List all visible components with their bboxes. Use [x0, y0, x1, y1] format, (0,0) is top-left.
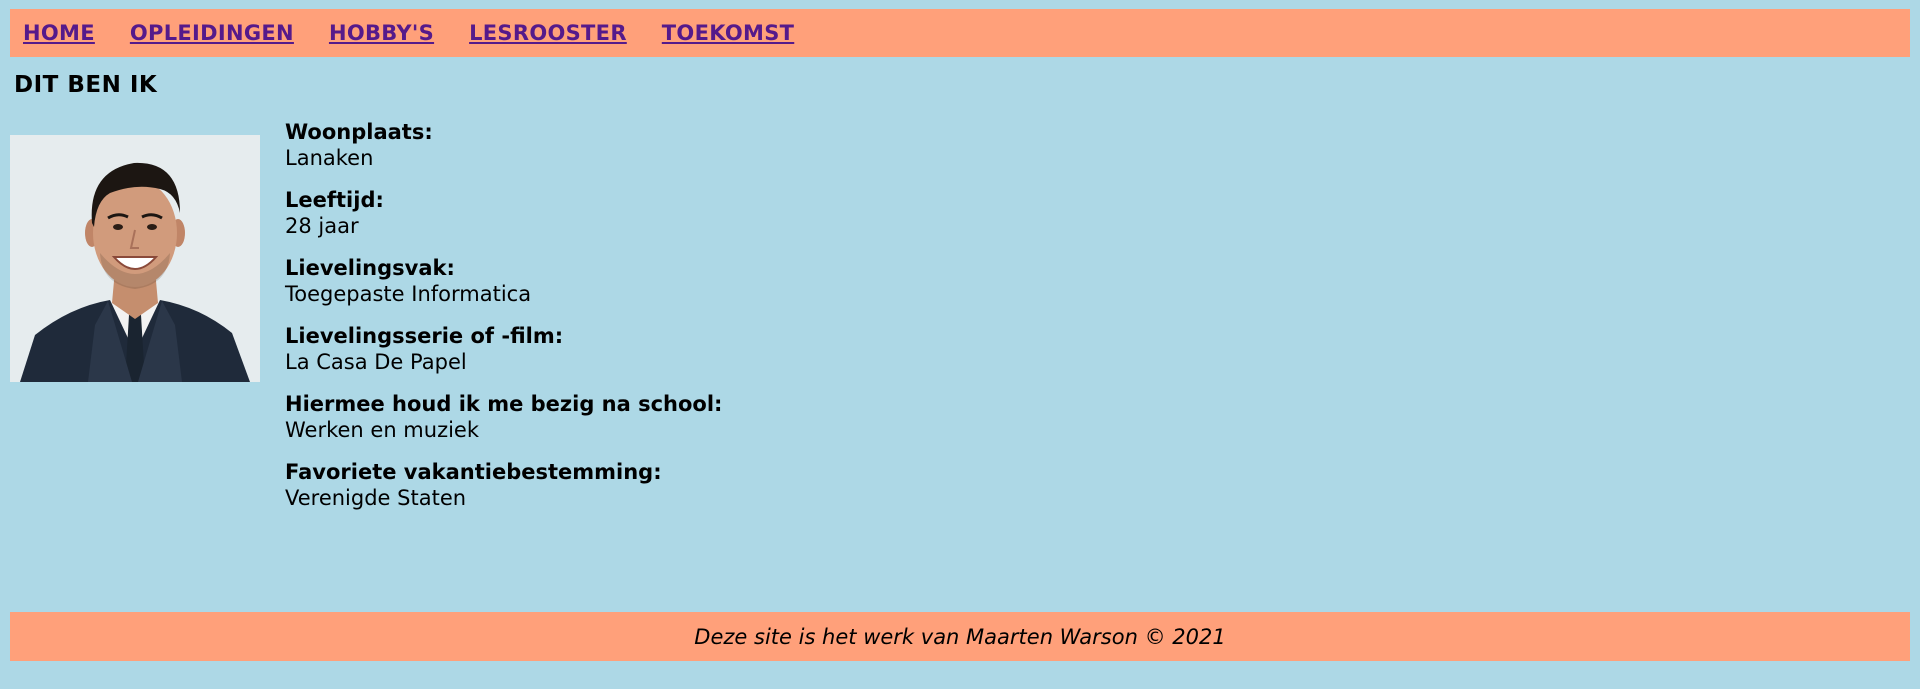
info-item-na-school: Hiermee houd ik me bezig na school: Werk… [285, 391, 722, 443]
nav-link-home[interactable]: HOME [23, 21, 95, 45]
info-value: 28 jaar [285, 214, 359, 238]
info-item-woonplaats: Woonplaats: Lanaken [285, 119, 722, 171]
page-title: DIT BEN IK [14, 72, 158, 98]
info-label: Favoriete vakantiebestemming: [285, 460, 662, 484]
main-nav: HOME OPLEIDINGEN HOBBY'S LESROOSTER TOEK… [10, 9, 1910, 57]
nav-link-hobbys[interactable]: HOBBY'S [329, 21, 434, 45]
info-item-leeftijd: Leeftijd: 28 jaar [285, 187, 722, 239]
info-label: Hiermee houd ik me bezig na school: [285, 392, 723, 416]
info-value: Toegepaste Informatica [285, 282, 532, 306]
info-label: Lievelingsserie of -film: [285, 324, 564, 348]
info-value: La Casa De Papel [285, 350, 467, 374]
profile-photo [10, 135, 260, 382]
info-item-lievelingsvak: Lievelingsvak: Toegepaste Informatica [285, 255, 722, 307]
profile-info: Woonplaats: Lanaken Leeftijd: 28 jaar Li… [285, 119, 722, 527]
info-label: Lievelingsvak: [285, 256, 455, 280]
nav-link-opleidingen[interactable]: OPLEIDINGEN [130, 21, 294, 45]
nav-link-toekomst[interactable]: TOEKOMST [662, 21, 794, 45]
info-label: Leeftijd: [285, 188, 384, 212]
info-item-lievelingsserie: Lievelingsserie of -film: La Casa De Pap… [285, 323, 722, 375]
footer: Deze site is het werk van Maarten Warson… [10, 612, 1910, 661]
info-item-vakantiebestemming: Favoriete vakantiebestemming: Verenigde … [285, 459, 722, 511]
info-label: Woonplaats: [285, 120, 433, 144]
info-value: Werken en muziek [285, 418, 480, 442]
footer-text: Deze site is het werk van Maarten Warson… [694, 624, 1226, 649]
info-value: Lanaken [285, 146, 374, 170]
info-value: Verenigde Staten [285, 486, 467, 510]
portrait-image [10, 135, 260, 382]
nav-link-lesrooster[interactable]: LESROOSTER [469, 21, 627, 45]
